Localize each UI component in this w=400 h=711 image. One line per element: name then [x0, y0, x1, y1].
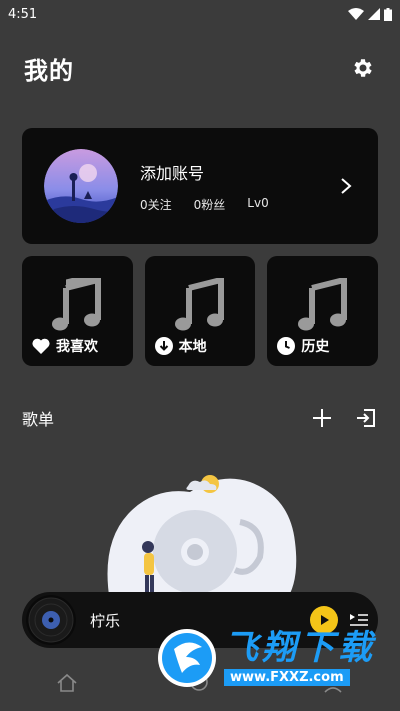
music-note-icon: [297, 278, 347, 331]
download-icon: [154, 337, 173, 355]
account-arrow[interactable]: [336, 176, 356, 196]
following-count[interactable]: 0关注: [140, 196, 172, 213]
account-name[interactable]: 添加账号: [140, 160, 336, 184]
album-disc[interactable]: [26, 595, 76, 645]
playlist-title: 歌单: [22, 410, 55, 429]
chevron-right-icon: [341, 178, 352, 194]
page-title: 我的: [24, 56, 74, 85]
import-icon: [357, 409, 375, 427]
music-note-icon: [52, 278, 102, 331]
import-playlist-button[interactable]: [354, 406, 378, 430]
wifi-icon: [348, 8, 364, 20]
watermark-url: www.FXXZ.com: [224, 668, 350, 686]
status-icons: [348, 7, 392, 21]
level-badge: Lv0: [247, 195, 269, 210]
fans-count[interactable]: 0粉丝: [194, 196, 226, 213]
avatar[interactable]: [44, 149, 118, 223]
status-bar: 4:51: [0, 0, 400, 28]
watermark: 飞翔下载 www.FXXZ.com: [156, 620, 388, 696]
settings-button[interactable]: [350, 55, 376, 81]
heart-icon: [32, 338, 50, 354]
header: 我的: [24, 48, 376, 88]
add-playlist-button[interactable]: [310, 406, 334, 430]
tile-history[interactable]: 历史: [267, 256, 379, 366]
tile-favorites[interactable]: 我喜欢: [22, 256, 133, 366]
quick-tiles: 我喜欢 本地 历史: [22, 256, 379, 366]
watermark-brand: 飞翔下载: [224, 627, 376, 668]
playlist-header: 歌单: [22, 404, 378, 432]
playlist-actions: [310, 406, 378, 430]
signal-icon: [368, 8, 380, 20]
battery-icon: [384, 7, 392, 21]
gear-icon: [354, 59, 372, 77]
home-icon: [57, 673, 77, 692]
status-time: 4:51: [8, 6, 38, 22]
music-note-icon: [175, 278, 224, 331]
account-stats: 0关注 0粉丝 Lv0: [140, 196, 336, 213]
watermark-text: 飞翔下载 www.FXXZ.com: [224, 631, 376, 686]
account-card[interactable]: 添加账号 0关注 0粉丝 Lv0: [22, 128, 378, 244]
tile-label-history: 历史: [277, 336, 329, 356]
tile-local[interactable]: 本地: [144, 256, 256, 366]
clock-icon: [277, 337, 296, 355]
watermark-logo-icon: [158, 629, 216, 687]
plus-icon: [313, 409, 331, 427]
tile-label-local: 本地: [154, 336, 207, 356]
nav-home[interactable]: [47, 663, 87, 703]
tile-label-favorites: 我喜欢: [32, 336, 98, 356]
empty-state-illustration: [100, 452, 300, 602]
account-info: 添加账号 0关注 0粉丝 Lv0: [140, 160, 336, 213]
